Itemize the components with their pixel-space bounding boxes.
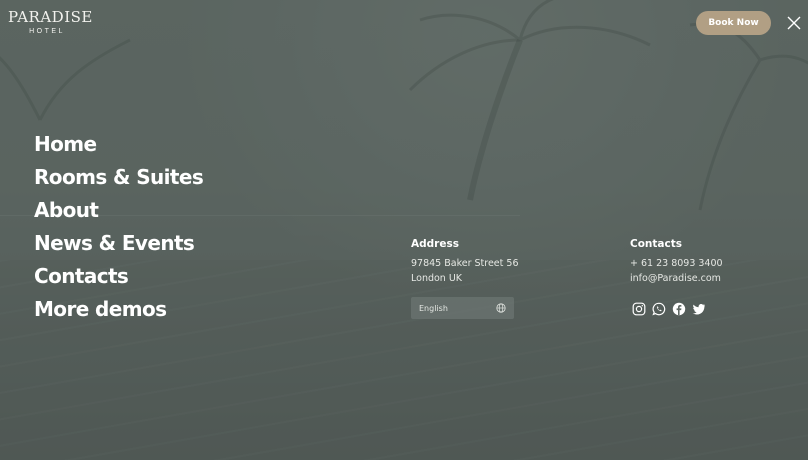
social-links: [632, 301, 706, 316]
logo-brand-name: PARADISE: [8, 8, 93, 26]
instagram-link[interactable]: [632, 301, 646, 316]
menu-link-contacts[interactable]: Contacts: [34, 264, 129, 288]
main-menu: Home Rooms & Suites About News & Events …: [34, 128, 204, 326]
facebook-icon: [672, 302, 686, 316]
close-icon: [787, 16, 801, 30]
whatsapp-link[interactable]: [652, 301, 666, 316]
contacts-phone[interactable]: + 61 23 8093 3400: [630, 258, 723, 269]
address-line-1: 97845 Baker Street 56: [411, 258, 519, 269]
menu-item-about: About: [34, 194, 203, 227]
menu-item-rooms: Rooms & Suites: [34, 161, 204, 194]
logo-subtitle: HOTEL: [29, 28, 65, 35]
contacts-email[interactable]: info@Paradise.com: [630, 273, 721, 284]
twitter-link[interactable]: [692, 301, 706, 315]
language-value: English: [419, 303, 448, 313]
instagram-icon: [632, 302, 646, 316]
twitter-icon: [692, 303, 705, 315]
address-line-2: London UK: [411, 273, 463, 284]
menu-item-more-demos: More demos: [34, 293, 203, 326]
close-menu-button[interactable]: [785, 14, 803, 32]
facebook-link[interactable]: [672, 301, 686, 316]
menu-item-contacts: Contacts: [34, 260, 203, 293]
menu-link-about[interactable]: About: [34, 198, 99, 222]
menu-item-news: News & Events: [34, 227, 203, 260]
language-selector[interactable]: English: [411, 297, 514, 319]
menu-item-home: Home: [34, 128, 203, 161]
hotel-logo[interactable]: PARADISE HOTEL: [8, 8, 93, 35]
menu-link-home[interactable]: Home: [34, 132, 97, 156]
whatsapp-icon: [652, 302, 666, 316]
globe-icon: [496, 303, 506, 313]
book-now-button[interactable]: Book Now: [696, 11, 771, 35]
address-title: Address: [411, 238, 459, 250]
contacts-title: Contacts: [630, 238, 682, 250]
menu-link-rooms-suites[interactable]: Rooms & Suites: [34, 165, 204, 189]
menu-link-news-events[interactable]: News & Events: [34, 231, 195, 255]
menu-link-more-demos[interactable]: More demos: [34, 297, 167, 321]
